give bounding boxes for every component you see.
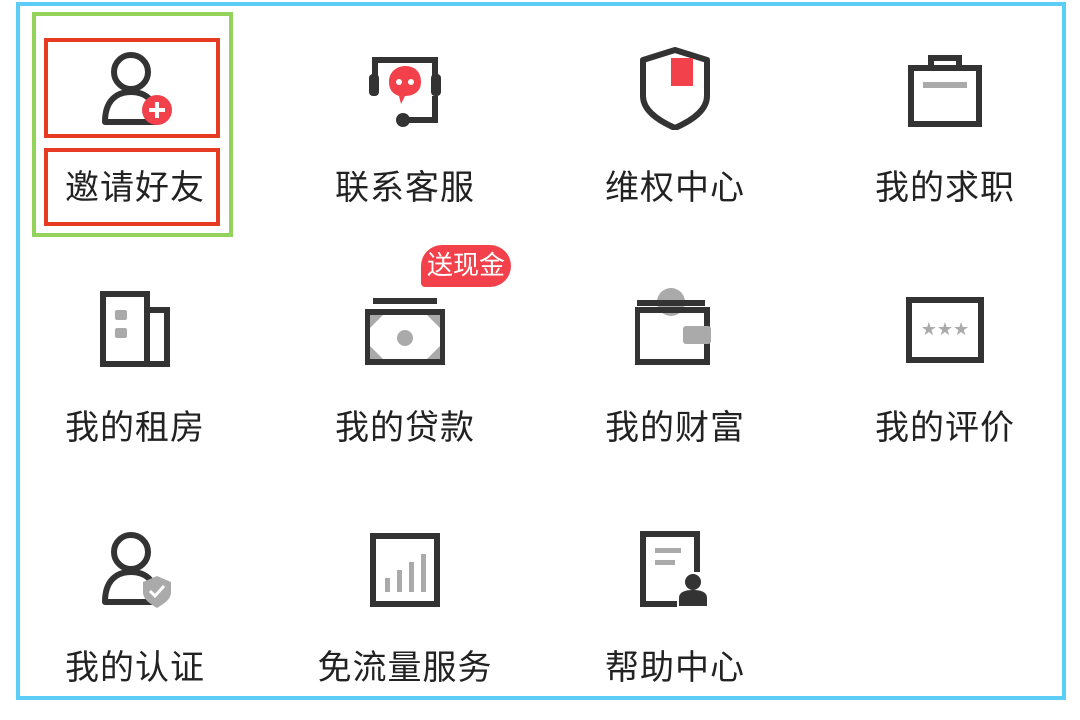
- rating-stars-icon: ★★★: [905, 280, 985, 370]
- menu-item-verification[interactable]: 我的认证: [0, 480, 270, 720]
- menu-item-customer-service[interactable]: 联系客服: [270, 0, 540, 240]
- promo-badge: 送现金: [421, 245, 511, 287]
- menu-item-label: 我的认证: [65, 648, 205, 688]
- menu-item-help-center[interactable]: 帮助中心: [540, 480, 810, 720]
- data-chart-icon: [365, 520, 445, 610]
- menu-item-free-data[interactable]: 免流量服务: [270, 480, 540, 720]
- menu-item-label: 我的评价: [875, 408, 1015, 448]
- rental-building-icon: [95, 280, 175, 370]
- svg-text:★★★: ★★★: [921, 319, 969, 340]
- help-document-icon: [635, 520, 715, 610]
- menu-item-label: 我的财富: [605, 408, 745, 448]
- menu-item-rights-center[interactable]: 维权中心: [540, 0, 810, 240]
- menu-item-label: 我的求职: [875, 168, 1015, 208]
- cash-icon: [365, 280, 445, 370]
- wallet-icon: [635, 280, 715, 370]
- verified-user-icon: [95, 520, 175, 610]
- menu-item-label: 联系客服: [335, 168, 475, 208]
- menu-item-label: 帮助中心: [605, 648, 745, 688]
- menu-item-label: 免流量服务: [317, 648, 493, 688]
- menu-item-job-search[interactable]: 我的求职: [810, 0, 1080, 240]
- icon-highlight: [44, 38, 220, 138]
- briefcase-icon: [905, 40, 985, 130]
- label-highlight: [44, 148, 220, 226]
- menu-item-reviews[interactable]: ★★★ 我的评价: [810, 240, 1080, 480]
- menu-item-rental[interactable]: 我的租房: [0, 240, 270, 480]
- menu-item-label: 维权中心: [605, 168, 745, 208]
- shield-icon: [635, 40, 715, 130]
- menu-item-wealth[interactable]: 我的财富: [540, 240, 810, 480]
- customer-service-icon: [365, 40, 445, 130]
- menu-item-label: 我的贷款: [335, 408, 475, 448]
- menu-item-label: 我的租房: [65, 408, 205, 448]
